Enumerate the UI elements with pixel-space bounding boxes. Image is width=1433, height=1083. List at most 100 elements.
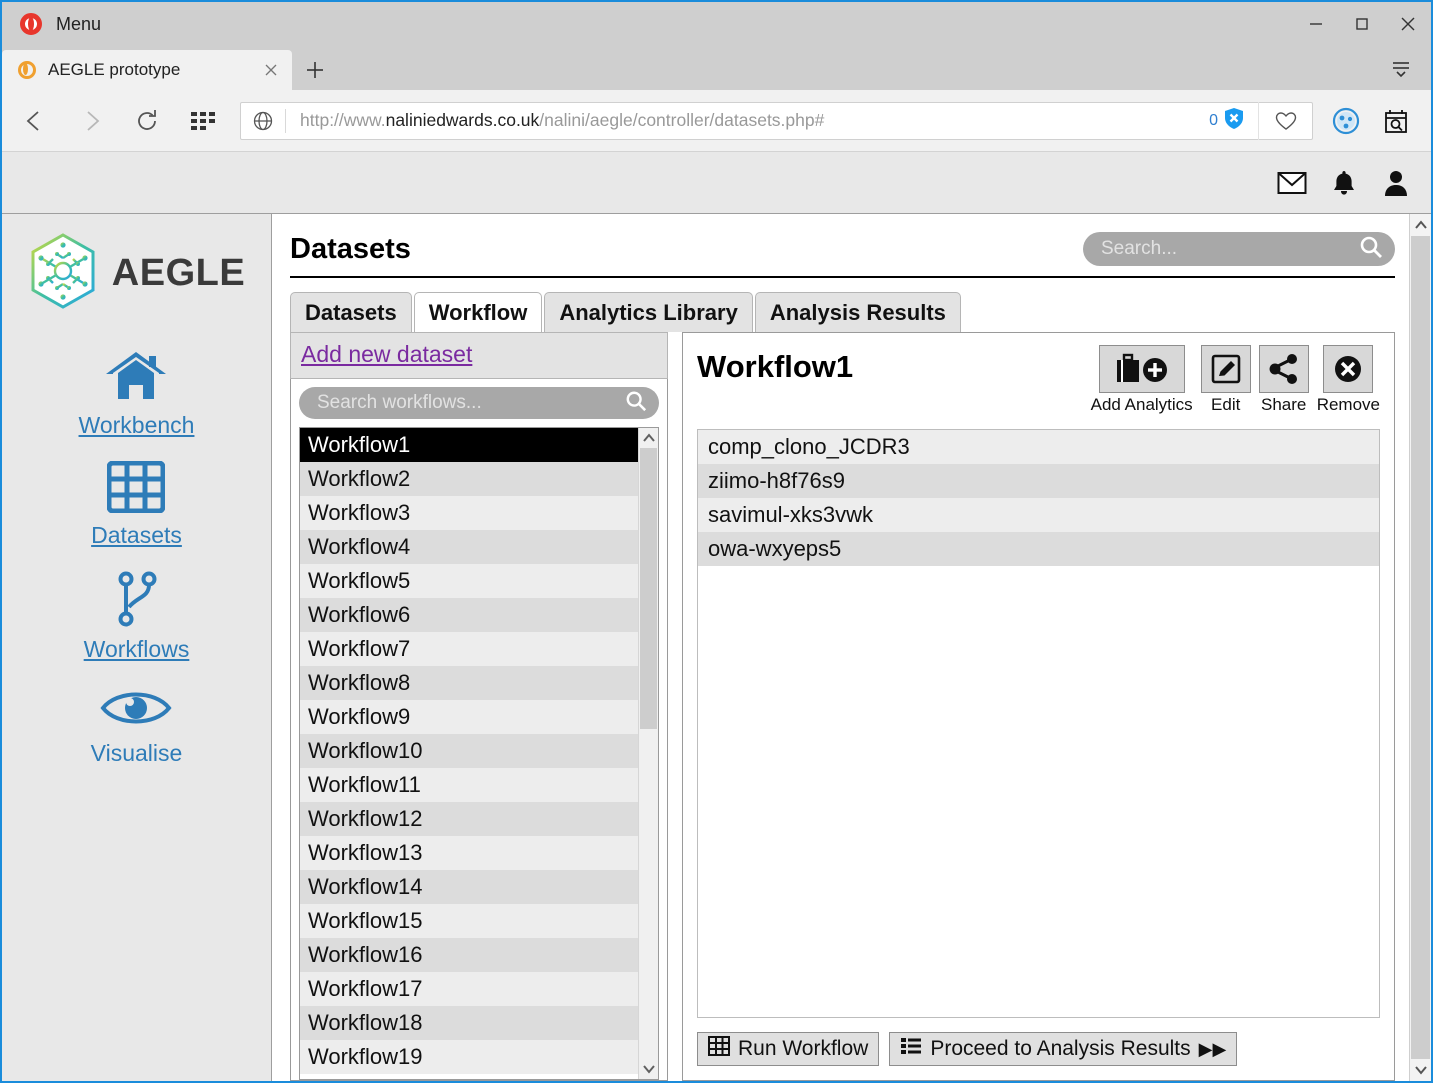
mail-icon[interactable] (1275, 166, 1309, 200)
scroll-down-icon[interactable] (639, 1059, 658, 1079)
calendar-search-icon[interactable] (1371, 98, 1421, 144)
scroll-up-icon[interactable] (639, 428, 658, 448)
workflow-list-item[interactable]: Workflow5 (300, 564, 638, 598)
proceed-to-analysis-results-button[interactable]: Proceed to Analysis Results ▶▶ (889, 1032, 1238, 1066)
workflow-list-item[interactable]: Workflow11 (300, 768, 638, 802)
action-label: Add Analytics (1090, 395, 1193, 414)
page-scrollbar[interactable] (1409, 214, 1431, 1081)
add-new-dataset-link[interactable]: Add new dataset (301, 341, 472, 367)
workflow-list-item[interactable]: Workflow8 (300, 666, 638, 700)
adblock-count: 0 (1209, 111, 1218, 129)
workflow-list-scrollbar[interactable] (638, 428, 658, 1079)
forward-arrow-icon[interactable] (68, 98, 114, 144)
global-search-placeholder: Search... (1101, 238, 1178, 259)
briefcase-plus-icon[interactable] (1098, 345, 1185, 393)
page-scroll-up-icon[interactable] (1414, 214, 1428, 236)
button-label: Run Workflow (738, 1037, 869, 1060)
remove-action[interactable]: Remove (1317, 345, 1380, 415)
reload-icon[interactable] (124, 98, 170, 144)
workflow-list-item[interactable]: Workflow19 (300, 1040, 638, 1074)
new-tab-button[interactable] (292, 50, 338, 90)
page-scrollbar-track[interactable] (1410, 236, 1431, 1059)
content-tabs: Datasets Workflow Analytics Library Anal… (290, 292, 1409, 332)
share-nodes-icon[interactable] (1258, 345, 1309, 393)
workflow-list-item[interactable]: Workflow14 (300, 870, 638, 904)
workflow-list-item[interactable]: Workflow13 (300, 836, 638, 870)
minimize-button[interactable] (1293, 2, 1339, 46)
workflow-list-item[interactable]: Workflow6 (300, 598, 638, 632)
workflow-list-scroll-region: Workflow1 Workflow2 Workflow3 Workflow4 Work… (299, 427, 659, 1080)
global-search-input[interactable]: Search... (1083, 232, 1395, 266)
search-icon[interactable] (625, 390, 647, 417)
scrollbar-track[interactable] (639, 448, 658, 1059)
opera-personal-news-icon[interactable] (1321, 98, 1371, 144)
workflow-list-item[interactable]: Workflow12 (300, 802, 638, 836)
workflow-listbox: Search workflows... Workflow1 Workflow2 Wo (290, 379, 668, 1081)
workflow-list-item[interactable]: Workflow2 (300, 462, 638, 496)
run-workflow-button[interactable]: Run Workflow (697, 1032, 880, 1066)
add-analytics-action[interactable]: Add Analytics (1091, 345, 1193, 415)
workflow-list-item[interactable]: Workflow9 (300, 700, 638, 734)
globe-icon (241, 110, 285, 132)
browser-menu-label[interactable]: Menu (56, 14, 101, 35)
pencil-square-icon[interactable] (1200, 345, 1251, 393)
workflow-dataset-list[interactable]: comp_clono_JCDR3 ziimo-h8f76s9 savimul-xks… (697, 429, 1380, 1018)
user-icon[interactable] (1379, 166, 1413, 200)
adblock-shield-icon[interactable] (1222, 106, 1246, 135)
workflow-list[interactable]: Workflow1 Workflow2 Workflow3 Workflow4 Work… (300, 428, 638, 1079)
workflow-list-item[interactable]: Workflow3 (300, 496, 638, 530)
sidebar-item-workbench[interactable]: Workbench (78, 349, 195, 439)
workflow-list-item[interactable]: Workflow1 (300, 428, 638, 462)
list-icon (900, 1036, 922, 1062)
page-scrollbar-thumb[interactable] (1411, 236, 1430, 1059)
dataset-list-item[interactable]: owa-wxyeps5 (698, 532, 1379, 566)
dataset-list-item[interactable]: savimul-xks3vwk (698, 498, 1379, 532)
workflow-list-item[interactable]: Workflow7 (300, 632, 638, 666)
hamburger-menu-icon[interactable] (1381, 50, 1421, 86)
adblock-badge[interactable]: 0 (1209, 106, 1258, 135)
tab-analytics-library[interactable]: Analytics Library (544, 292, 753, 332)
aegle-hexagon-icon (28, 232, 98, 315)
home-icon (105, 349, 167, 408)
sidebar-item-workflows[interactable]: Workflows (83, 571, 190, 663)
brand-name: AEGLE (111, 252, 246, 294)
bell-icon[interactable] (1327, 166, 1361, 200)
maximize-button[interactable] (1339, 2, 1385, 46)
sidebar-item-visualise[interactable]: Visualise (91, 685, 182, 767)
browser-tab[interactable]: AEGLE prototype (2, 50, 292, 90)
speed-dial-grid-icon[interactable] (180, 98, 226, 144)
page-scroll-down-icon[interactable] (1414, 1059, 1428, 1081)
share-action[interactable]: Share (1258, 345, 1309, 415)
address-bar[interactable]: http://www.naliniedwards.co.uk/nalini/ae… (240, 101, 1313, 140)
url-text: http://www.naliniedwards.co.uk/nalini/ae… (286, 110, 1209, 131)
workflow-list-item[interactable]: Workflow18 (300, 1006, 638, 1040)
action-label: Edit (1211, 395, 1241, 414)
brand-logo: AEGLE (28, 232, 245, 315)
tab-datasets[interactable]: Datasets (290, 292, 412, 332)
tab-analysis-results[interactable]: Analysis Results (754, 292, 961, 332)
page-body: AEGLE Workbench Datasets Workflows Visua… (2, 214, 1431, 1081)
search-icon[interactable] (1359, 235, 1383, 264)
edit-action[interactable]: Edit (1200, 345, 1251, 415)
workflow-list-item[interactable]: Workflow4 (300, 530, 638, 564)
workflow-search-input[interactable]: Search workflows... (299, 387, 659, 419)
tab-favicon-icon (18, 61, 36, 79)
circle-x-icon[interactable] (1323, 345, 1374, 393)
tab-title: AEGLE prototype (48, 60, 181, 79)
workflow-list-item[interactable]: Workflow17 (300, 972, 638, 1006)
sidebar-item-label: Workbench (78, 412, 195, 438)
scrollbar-thumb[interactable] (640, 448, 657, 730)
sidebar-item-datasets[interactable]: Datasets (91, 460, 182, 549)
back-arrow-icon[interactable] (12, 98, 58, 144)
workflow-list-item[interactable]: Workflow10 (300, 734, 638, 768)
workflow-list-item[interactable]: Workflow15 (300, 904, 638, 938)
tab-close-icon[interactable] (260, 59, 282, 81)
dataset-list-item[interactable]: ziimo-h8f76s9 (698, 464, 1379, 498)
dataset-list-item[interactable]: comp_clono_JCDR3 (698, 430, 1379, 464)
sidebar-item-label: Workflows (83, 636, 190, 662)
close-button[interactable] (1385, 2, 1431, 46)
heart-icon[interactable] (1258, 101, 1312, 140)
tab-workflow[interactable]: Workflow (413, 292, 543, 332)
url-prefix: http://www. (300, 110, 386, 130)
workflow-list-item[interactable]: Workflow16 (300, 938, 638, 972)
